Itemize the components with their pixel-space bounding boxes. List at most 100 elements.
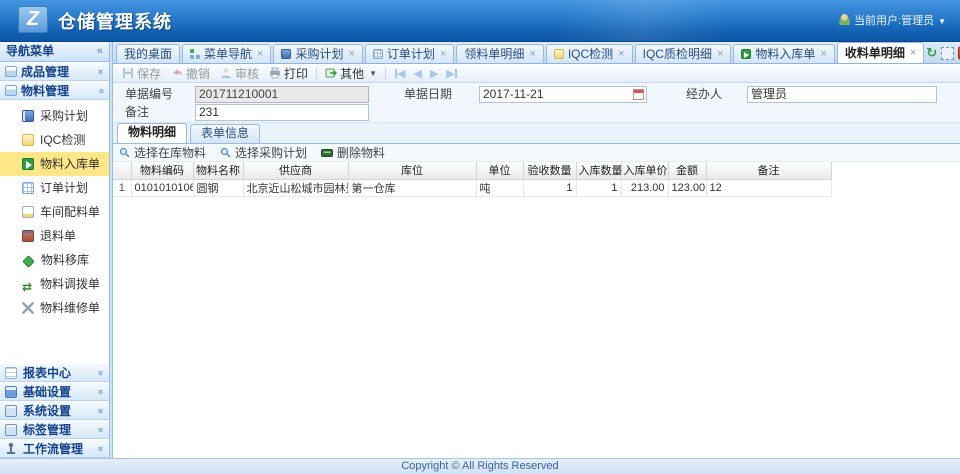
sidebar-item-material-move[interactable]: 物料移库	[0, 248, 109, 272]
select-purchase-plan-button[interactable]: 选择采购计划	[220, 144, 307, 161]
column-header[interactable]: 验收数量	[523, 162, 576, 179]
tab-order-plan[interactable]: 订单计划 ×	[365, 44, 454, 63]
sidebar-group-materials[interactable]: 物料管理 «	[0, 81, 109, 100]
doc-no-field[interactable]: 201711210001	[195, 86, 369, 103]
sidebar-item-label: 物料入库单	[40, 157, 100, 171]
tab-close-icon[interactable]: ×	[910, 45, 916, 62]
undo-label: 撤销	[186, 65, 210, 82]
tab-receiving-detail[interactable]: 收料单明细 ×	[837, 42, 924, 63]
current-user-menu[interactable]: 当前用户:管理员 ▼	[839, 12, 946, 28]
note-icon	[554, 49, 564, 59]
sidebar-item-order-plan[interactable]: 订单计划	[0, 176, 109, 200]
inbound-icon	[22, 158, 34, 170]
tab-requisition-detail[interactable]: 领料单明细 ×	[456, 44, 543, 63]
grid-icon	[22, 182, 34, 194]
calculator-icon	[5, 386, 17, 398]
select-stock-material-button[interactable]: 选择在库物料	[119, 144, 206, 161]
tab-material-detail[interactable]: 物料明细	[117, 123, 187, 143]
tab-close-icon[interactable]: ×	[529, 46, 535, 63]
tab-close-icon[interactable]: ×	[820, 46, 826, 63]
print-button[interactable]: 打印	[264, 65, 313, 82]
tab-tools: ↻ ×	[926, 46, 960, 63]
column-header[interactable]: 单位	[476, 162, 523, 179]
tab-material-inbound[interactable]: 物料入库单 ×	[733, 44, 834, 63]
column-header[interactable]: 物料名称	[193, 162, 243, 179]
tab-my-desktop[interactable]: 我的桌面	[116, 44, 180, 63]
refresh-icon[interactable]: ↻	[926, 46, 937, 60]
remark-field[interactable]: 231	[195, 104, 369, 121]
record-navigation: ◀ ◀ ▶ ▶	[395, 67, 457, 80]
audit-button[interactable]: 审核	[215, 65, 264, 82]
tab-close-icon[interactable]: ×	[618, 46, 624, 63]
tab-menu-navigation[interactable]: 菜单导航 ×	[182, 44, 271, 63]
sidebar-item-iqc-inspection[interactable]: IQC检测	[0, 128, 109, 152]
cell-supplier: 北京近山松城市园林景观工程有限	[243, 179, 348, 196]
maximize-icon[interactable]	[941, 47, 954, 60]
sidebar-group-label: 标签管理	[23, 421, 98, 439]
doc-date-field[interactable]: 2017-11-21	[479, 86, 647, 103]
sidebar-item-material-repair[interactable]: 物料维修单	[0, 296, 109, 320]
sidebar-item-label: IQC检测	[40, 133, 85, 147]
sidebar-group-system-settings[interactable]: 系统设置 «	[0, 401, 109, 420]
tab-label: 菜单导航	[204, 46, 252, 63]
sidebar-group-label: 报表中心	[23, 364, 98, 382]
sidebar-item-material-inbound[interactable]: 物料入库单	[0, 152, 109, 176]
sidebar-item-purchase-plan[interactable]: 采购计划	[0, 104, 109, 128]
tab-close-icon[interactable]: ×	[348, 46, 354, 63]
other-menu-button[interactable]: 其他 ▼	[320, 65, 382, 82]
move-icon	[22, 255, 35, 268]
column-header[interactable]: 物料编码	[131, 162, 193, 179]
tab-label: 订单计划	[387, 46, 435, 63]
column-header[interactable]: 入库数量	[576, 162, 621, 179]
tab-label: 收料单明细	[845, 45, 905, 62]
column-header[interactable]: 入库单价	[621, 162, 668, 179]
nav-first-icon[interactable]: ◀	[395, 67, 405, 80]
column-header[interactable]: 金额	[668, 162, 706, 179]
cell-unit-price: 213.00	[621, 179, 668, 196]
tab-iqc-quality-detail[interactable]: IQC质检明细 ×	[635, 44, 732, 63]
person-icon	[220, 67, 232, 79]
tab-close-icon[interactable]: ×	[257, 46, 263, 63]
tab-iqc-inspection[interactable]: IQC检测 ×	[546, 44, 633, 63]
search-icon	[220, 147, 231, 158]
undo-button[interactable]: 撤销	[166, 65, 215, 82]
nav-prev-icon[interactable]: ◀	[413, 67, 421, 80]
monitor-icon	[5, 405, 17, 417]
tab-purchase-plan[interactable]: 采购计划 ×	[273, 44, 362, 63]
tab-close-icon[interactable]: ×	[717, 46, 723, 63]
nav-next-icon[interactable]: ▶	[430, 67, 438, 80]
row-number-header[interactable]	[113, 162, 131, 179]
sidebar-item-material-transfer[interactable]: 物料调拨单	[0, 272, 109, 296]
other-icon	[325, 67, 337, 79]
sidebar-title: 导航菜单	[6, 42, 54, 61]
current-user-label: 当前用户:管理员	[854, 15, 934, 27]
chevron-down-icon: «	[92, 446, 110, 452]
column-header[interactable]: 备注	[706, 162, 831, 179]
sidebar-item-workshop-batching[interactable]: 车间配料单	[0, 200, 109, 224]
sidebar-group-report-center[interactable]: 报表中心 «	[0, 363, 109, 382]
user-caret-icon: ▼	[938, 17, 946, 26]
sidebar-group-label: 工作流管理	[23, 440, 98, 458]
column-header[interactable]: 库位	[348, 162, 476, 179]
tab-label: 领料单明细	[464, 46, 524, 63]
sidebar-collapse-icon[interactable]: «	[97, 42, 103, 61]
delete-material-button[interactable]: 删除物料	[321, 144, 385, 161]
sidebar-group-finished-products[interactable]: 成品管理 «	[0, 62, 109, 81]
user-icon	[839, 14, 850, 25]
handler-field[interactable]: 管理员	[747, 86, 937, 103]
nav-last-icon[interactable]: ▶	[446, 67, 456, 80]
copyright-footer: Copyright © All Rights Reserved	[0, 458, 960, 474]
sidebar-item-material-return[interactable]: 退料单	[0, 224, 109, 248]
column-header[interactable]: 供应商	[243, 162, 348, 179]
cell-material-name: 圆钢	[193, 179, 243, 196]
tab-close-icon[interactable]: ×	[440, 46, 446, 63]
calendar-icon[interactable]	[633, 89, 644, 100]
save-button[interactable]: 保存	[117, 65, 166, 82]
sidebar-group-workflow[interactable]: 工作流管理 «	[0, 439, 109, 458]
table-row[interactable]: 1 0101010106 圆钢 北京近山松城市园林景观工程有限 第一仓库 吨 1…	[113, 179, 831, 196]
chevron-down-icon: «	[92, 427, 110, 433]
sidebar-group-label-management[interactable]: 标签管理 «	[0, 420, 109, 439]
tab-form-info[interactable]: 表单信息	[190, 124, 260, 143]
sidebar-group-basic-settings[interactable]: 基础设置 «	[0, 382, 109, 401]
app-logo: Z	[18, 6, 48, 33]
